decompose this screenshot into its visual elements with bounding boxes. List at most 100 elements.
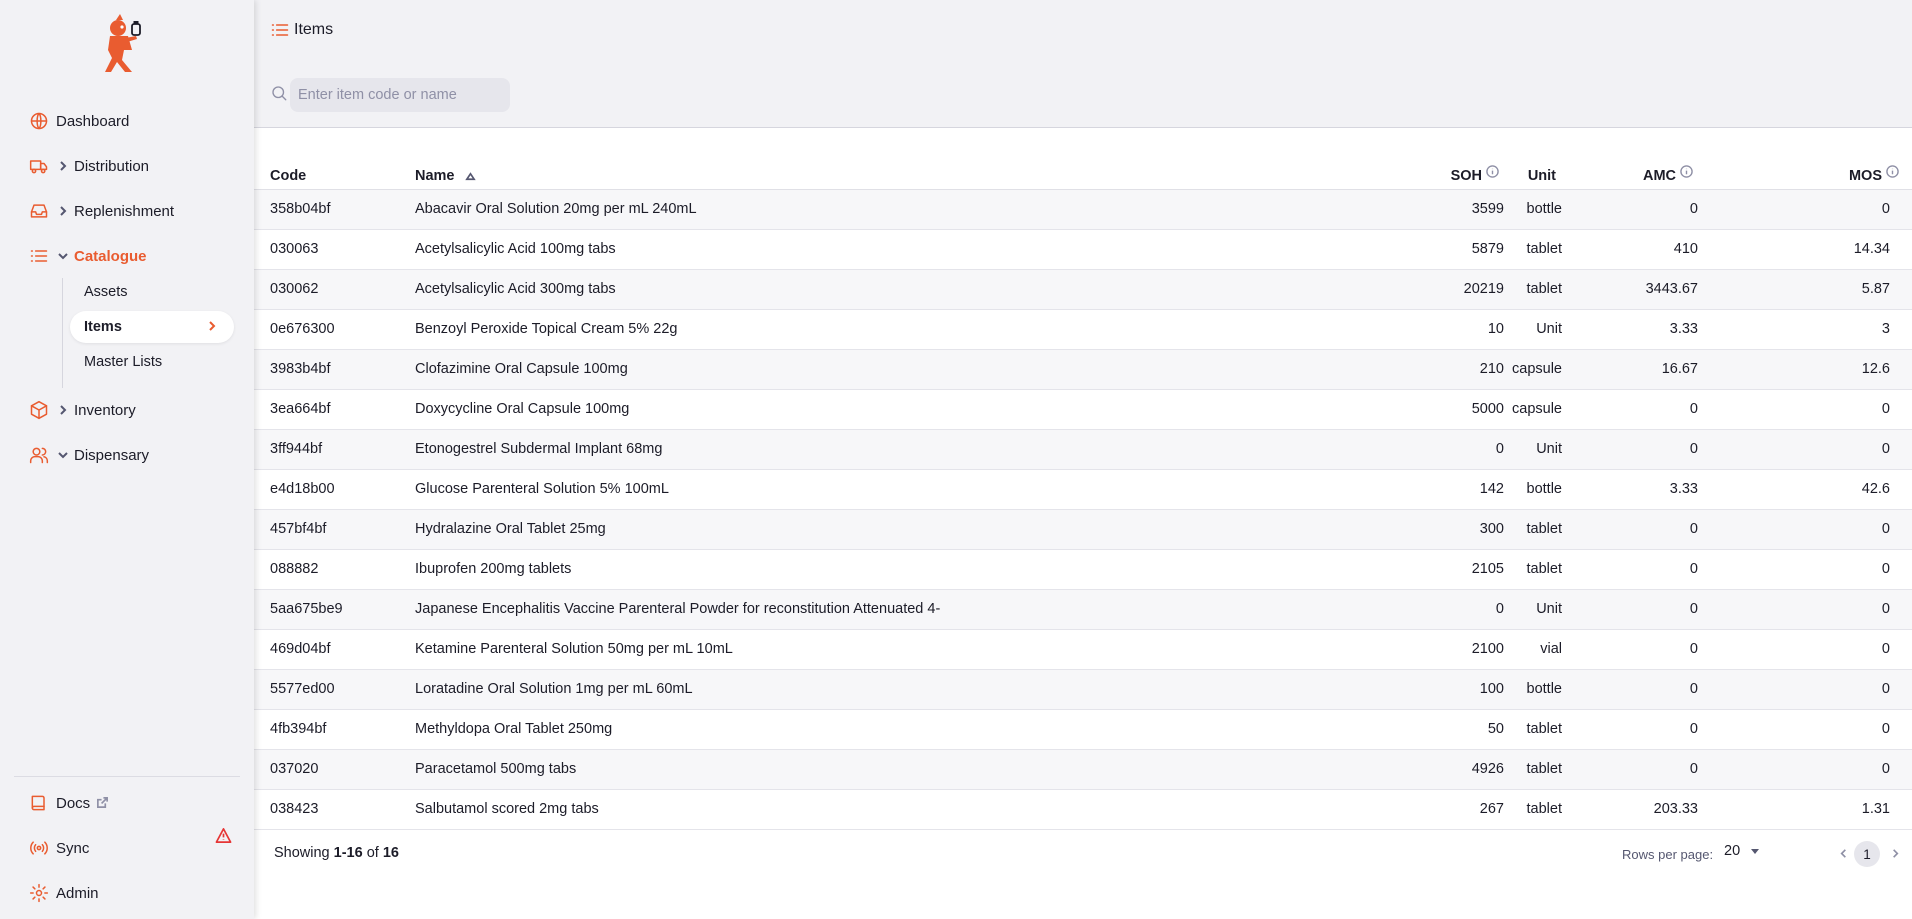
users-icon <box>28 444 50 466</box>
globe-icon <box>28 110 50 132</box>
search-input[interactable] <box>290 78 510 112</box>
table-header: Code Name Unit SOH AMC MOS <box>254 128 1912 190</box>
table-row[interactable]: 3ff944bf Etonogestrel Subdermal Implant 6… <box>254 430 1912 470</box>
column-header-unit[interactable]: Unit <box>1528 168 1556 184</box>
cell-amc: 0 <box>1689 601 1698 617</box>
chevron-right-icon <box>1892 848 1899 858</box>
cell-amc: 0 <box>1689 561 1698 577</box>
info-icon[interactable] <box>1486 165 1500 179</box>
sidebar-item-dispensary[interactable]: Dispensary <box>28 440 149 470</box>
cell-code: 037020 <box>270 761 319 777</box>
cell-code: 0e676300 <box>270 321 335 337</box>
sidebar-subitem-items[interactable]: Items <box>70 311 234 343</box>
column-header-code[interactable]: Code <box>270 168 306 184</box>
chevron-down-icon <box>56 249 70 263</box>
cell-name: Salbutamol scored 2mg tabs <box>415 801 599 817</box>
cell-soh: 50 <box>1487 721 1504 737</box>
search-bar <box>270 78 510 112</box>
app-logo[interactable] <box>96 12 148 74</box>
cell-soh: 300 <box>1479 521 1504 537</box>
column-header-name[interactable]: Name <box>415 168 477 184</box>
sidebar-subitem-master-lists[interactable]: Master Lists <box>70 346 234 378</box>
sidebar-item-dashboard[interactable]: Dashboard <box>28 106 129 136</box>
rows-per-page-select[interactable]: 20 <box>1724 843 1760 859</box>
table-row[interactable]: 030062 Acetylsalicylic Acid 300mg tabs tab… <box>254 270 1912 310</box>
column-header-amc[interactable]: AMC <box>1643 165 1694 184</box>
sidebar: Dashboard Distribution Replenishment Cat… <box>0 0 254 919</box>
chevron-right-icon <box>56 403 70 417</box>
cell-amc: 0 <box>1689 441 1698 457</box>
table-row[interactable]: 5aa675be9 Japanese Encephalitis Vaccine P… <box>254 590 1912 630</box>
table-row[interactable]: 358b04bf Abacavir Oral Solution 20mg per … <box>254 190 1912 230</box>
cell-soh: 4926 <box>1471 761 1504 777</box>
column-header-mos[interactable]: MOS <box>1849 165 1900 184</box>
table-row[interactable]: 0e676300 Benzoyl Peroxide Topical Cream 5… <box>254 310 1912 350</box>
cell-code: 088882 <box>270 561 319 577</box>
cell-soh: 10 <box>1487 321 1504 337</box>
table-row[interactable]: 5577ed00 Loratadine Oral Solution 1mg per… <box>254 670 1912 710</box>
cell-code: 038423 <box>270 801 319 817</box>
sidebar-divider <box>14 776 240 777</box>
info-icon[interactable] <box>1680 165 1694 179</box>
cell-mos: 0 <box>1881 401 1890 417</box>
cell-name: Etonogestrel Subdermal Implant 68mg <box>415 441 663 457</box>
previous-page-button[interactable] <box>1834 844 1852 862</box>
sidebar-item-docs[interactable]: Docs <box>28 788 110 818</box>
table-row[interactable]: 469d04bf Ketamine Parenteral Solution 50m… <box>254 630 1912 670</box>
cell-code: 457bf4bf <box>270 521 327 537</box>
sidebar-subitem-label: Assets <box>84 284 128 300</box>
cell-name: Abacavir Oral Solution 20mg per mL 240mL <box>415 201 697 217</box>
table-row[interactable]: 037020 Paracetamol 500mg tabs tablet 4926 0 0 <box>254 750 1912 790</box>
sidebar-item-label: Catalogue <box>74 247 147 265</box>
cell-name: Hydralazine Oral Tablet 25mg <box>415 521 606 537</box>
table-row[interactable]: 030063 Acetylsalicylic Acid 100mg tabs tab… <box>254 230 1912 270</box>
cell-soh: 0 <box>1495 441 1504 457</box>
warning-icon[interactable] <box>215 827 233 845</box>
cell-name: Clofazimine Oral Capsule 100mg <box>415 361 628 377</box>
cell-mos: 1.31 <box>1861 801 1890 817</box>
cell-amc: 3443.67 <box>1645 281 1698 297</box>
sidebar-item-label: Replenishment <box>74 202 175 220</box>
table-row[interactable]: 088882 Ibuprofen 200mg tablets tablet 2105 0… <box>254 550 1912 590</box>
info-icon[interactable] <box>1886 165 1900 179</box>
column-header-soh[interactable]: SOH <box>1451 165 1500 184</box>
cell-mos: 5.87 <box>1861 281 1890 297</box>
sidebar-item-inventory[interactable]: Inventory <box>28 395 136 425</box>
app-bar: Items <box>254 0 1912 128</box>
submenu-divider <box>62 278 63 388</box>
table-row[interactable]: 3983b4bf Clofazimine Oral Capsule 100mg ca… <box>254 350 1912 390</box>
cell-amc: 0 <box>1689 721 1698 737</box>
cell-soh: 3599 <box>1471 201 1504 217</box>
table-row[interactable]: 038423 Salbutamol scored 2mg tabs tablet 26… <box>254 790 1912 830</box>
table-row[interactable]: 457bf4bf Hydralazine Oral Tablet 25mg tabl… <box>254 510 1912 550</box>
next-page-button[interactable] <box>1886 844 1904 862</box>
sidebar-item-replenishment[interactable]: Replenishment <box>28 196 174 226</box>
cell-name: Ketamine Parenteral Solution 50mg per mL… <box>415 641 733 657</box>
sidebar-item-distribution[interactable]: Distribution <box>28 151 149 181</box>
search-icon <box>270 84 288 106</box>
cell-code: 030063 <box>270 241 319 257</box>
sidebar-subitem-label: Master Lists <box>84 354 163 370</box>
cell-soh: 100 <box>1479 681 1504 697</box>
cell-amc: 203.33 <box>1653 801 1698 817</box>
caret-down-icon <box>1751 849 1760 854</box>
cell-mos: 0 <box>1881 201 1890 217</box>
cell-code: 030062 <box>270 281 319 297</box>
cell-code: 358b04bf <box>270 201 331 217</box>
sidebar-item-label: Docs <box>56 794 91 812</box>
cell-amc: 0 <box>1689 401 1698 417</box>
cell-amc: 3.33 <box>1669 481 1698 497</box>
cell-code: 5577ed00 <box>270 681 335 697</box>
sidebar-item-label: Inventory <box>74 401 136 419</box>
sidebar-item-catalogue[interactable]: Catalogue <box>28 241 147 271</box>
sidebar-item-sync[interactable]: Sync <box>28 833 89 863</box>
sidebar-item-admin[interactable]: Admin <box>28 878 99 908</box>
table-row[interactable]: 4fb394bf Methyldopa Oral Tablet 250mg tabl… <box>254 710 1912 750</box>
cell-mos: 0 <box>1881 601 1890 617</box>
sidebar-subitem-assets[interactable]: Assets <box>70 276 234 308</box>
table-row[interactable]: e4d18b00 Glucose Parenteral Solution 5% 1… <box>254 470 1912 510</box>
table-row[interactable]: 3ea664bf Doxycycline Oral Capsule 100mg ca… <box>254 390 1912 430</box>
cell-mos: 12.6 <box>1861 361 1890 377</box>
cell-code: 5aa675be9 <box>270 601 343 617</box>
page-button-current[interactable]: 1 <box>1854 841 1880 867</box>
